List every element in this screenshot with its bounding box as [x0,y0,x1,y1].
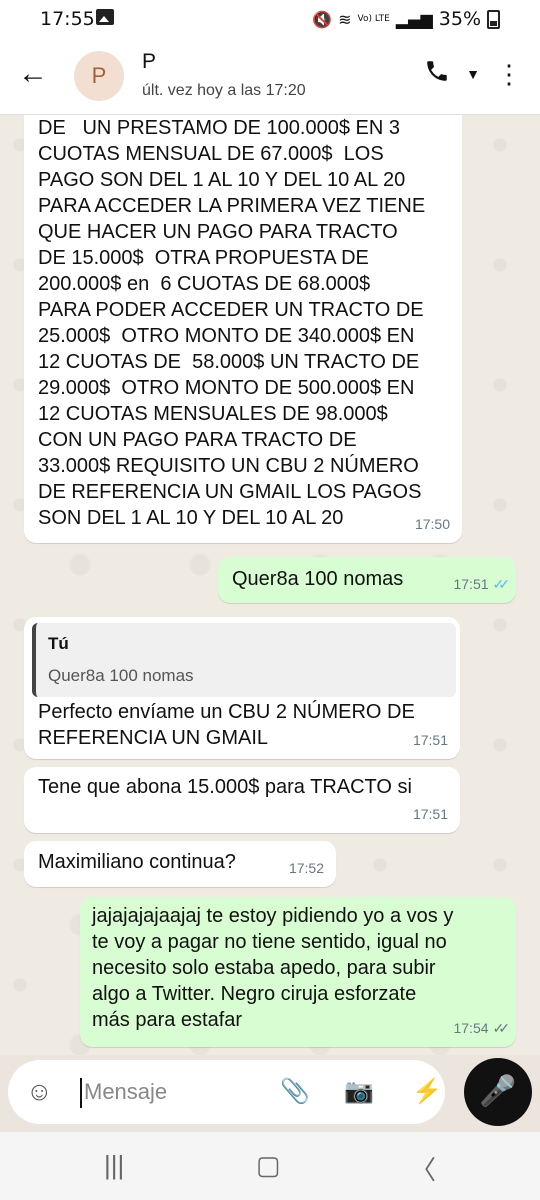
back-nav-icon[interactable]: 〈 [410,1150,436,1187]
message-time: 17:51 [412,732,448,748]
quoted-reply-author: Tú [48,634,69,653]
message-time: 17:54 [453,1020,489,1036]
message-time: 17:50 [414,516,450,532]
more-options-icon[interactable]: ⋮ [496,59,522,90]
message-meta: 17:54 ✓✓ [453,1015,511,1041]
message-text: jajajajajaajaj te estoy pidiendo yo a vo… [92,905,454,1031]
message-meta: 17:51 ✓✓ [453,571,511,597]
message-incoming[interactable]: Maximiliano continua? 17:52 [24,841,336,887]
message-incoming[interactable]: Tene que abona 15.000$ para TRACTO si 17… [24,767,460,833]
wifi-icon: ≋ [338,9,352,29]
contact-name[interactable]: P [142,50,156,74]
message-outgoing[interactable]: Quer8a 100 nomas 17:51 ✓✓ [218,557,516,603]
contact-avatar[interactable]: P [74,51,124,101]
message-outgoing[interactable]: jajajajajaajaj te estoy pidiendo yo a vo… [80,897,516,1047]
status-time: 17:55 [40,8,95,30]
battery-icon [487,9,500,29]
header-actions: ▼ ⋮ [424,58,522,90]
delivered-double-check-icon: ✓✓ [492,1020,511,1036]
message-incoming[interactable]: DE UN PRESTAMO DE 100.000$ EN 3 CUOTAS M… [24,115,462,543]
recent-apps-icon[interactable]: ||| [104,1150,124,1181]
message-text: Quer8a 100 nomas [232,568,404,590]
message-text: Tene que abona 15.000$ para TRACTO si [38,776,412,798]
camera-icon[interactable]: 📷 [344,1077,374,1106]
signal-icon: ▂▄▆ [395,9,433,29]
lightning-icon[interactable]: ⚡ [412,1077,442,1106]
message-time: 17:51 [412,806,448,822]
call-dropdown-chevron-icon[interactable]: ▼ [466,66,480,82]
home-icon[interactable]: ▢ [256,1150,281,1181]
gallery-notification-icon [96,9,114,25]
phone-icon[interactable] [424,58,450,90]
message-time: 17:52 [288,860,324,876]
message-text: Perfecto envíame un CBU 2 NÚMERO DE REFE… [38,701,415,749]
paperclip-icon[interactable]: 📎 [280,1077,310,1106]
status-icons: 🔇 ≋ Vo) LTE ▂▄▆ 35% [312,8,500,30]
message-text: DE UN PRESTAMO DE 100.000$ EN 3 CUOTAS M… [38,117,426,529]
volte-indicator: Vo) LTE [357,13,390,24]
sticker-icon[interactable]: ☺ [26,1076,53,1107]
chat-header: ← P P últ. vez hoy a las 17:20 ▼ ⋮ [0,38,540,115]
quoted-reply-text: Quer8a 100 nomas [48,666,194,685]
message-text: Maximiliano continua? [38,851,236,873]
message-input[interactable]: Mensaje [84,1079,167,1105]
quoted-reply[interactable]: Tú Quer8a 100 nomas [32,623,456,697]
back-arrow-icon[interactable]: ← [18,58,54,94]
system-navigation-bar: ||| ▢ 〈 [0,1132,540,1200]
chat-area[interactable]: DE UN PRESTAMO DE 100.000$ EN 3 CUOTAS M… [0,115,540,1055]
read-double-check-icon: ✓✓ [492,576,511,592]
microphone-icon[interactable]: 🎤 [464,1058,532,1126]
text-cursor [80,1078,82,1108]
message-composer[interactable]: ☺ Mensaje 📎 📷 ⚡ [8,1060,445,1124]
message-incoming[interactable]: Tú Quer8a 100 nomas Perfecto envíame un … [24,617,460,759]
message-meta: 17:50 [415,511,450,537]
message-meta: 17:52 [289,855,324,881]
message-meta: 17:51 [413,801,448,827]
message-meta: 17:51 [413,727,448,753]
last-seen-status[interactable]: últ. vez hoy a las 17:20 [142,82,306,100]
mute-icon: 🔇 [312,9,333,29]
message-time: 17:51 [453,576,489,592]
status-bar: 17:55 🔇 ≋ Vo) LTE ▂▄▆ 35% [0,0,540,38]
battery-percent: 35% [438,8,481,30]
